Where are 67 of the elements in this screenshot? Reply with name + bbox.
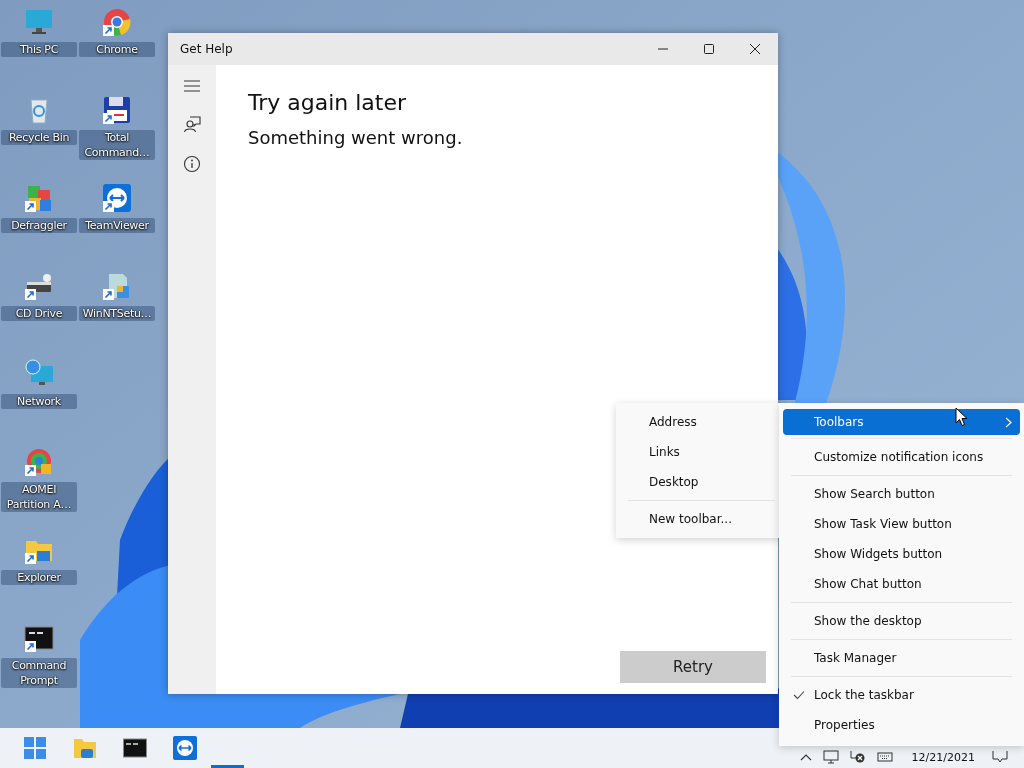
menu-item[interactable]: Toolbars [783, 409, 1020, 435]
desktop-icon-label[interactable]: Chrome [79, 42, 155, 57]
menu-item[interactable]: New toolbar... [620, 504, 783, 534]
close-icon [749, 43, 761, 55]
mouse-pointer-icon [955, 407, 968, 427]
desktop-icon-label[interactable]: Recycle Bin [1, 130, 77, 145]
error-heading: Try again later [248, 89, 408, 117]
menu-item[interactable]: Show Task View button [783, 509, 1020, 539]
menu-item-label: Customize notification icons [814, 450, 984, 464]
monitor-icon[interactable] [822, 750, 839, 764]
menu-item[interactable]: Show Search button [783, 479, 1020, 509]
person-chat-icon[interactable] [183, 115, 201, 133]
installer-shortcut-icon[interactable] [103, 274, 129, 300]
recycle-bin-icon[interactable] [30, 99, 48, 124]
menu-item-label: Show Task View button [814, 517, 952, 531]
active-app-indicator [211, 765, 244, 768]
desktop-icon-label[interactable]: Explorer [1, 570, 77, 585]
menu-item[interactable]: Customize notification icons [783, 442, 1020, 472]
terminal-shortcut-icon[interactable] [24, 626, 54, 652]
menu-item[interactable]: Properties [783, 710, 1020, 740]
desktop-icon-label[interactable]: This PC [1, 42, 77, 57]
double-arrow-shortcut-icon[interactable] [103, 184, 131, 212]
floppy-disk-shortcut-icon[interactable] [103, 97, 130, 124]
desktop-icon-label[interactable]: WinNTSetu… [79, 306, 155, 321]
retry-button[interactable]: Retry [620, 651, 766, 683]
menu-item[interactable]: Lock the taskbar [783, 680, 1020, 710]
desktop-icon-label[interactable]: Network [1, 394, 77, 409]
menu-item[interactable]: Desktop [620, 467, 783, 497]
network-error-icon[interactable] [849, 750, 866, 764]
browser-shortcut-icon[interactable] [103, 9, 131, 36]
monitor-icon[interactable] [26, 10, 52, 34]
menu-item-label: Task Manager [814, 651, 897, 665]
menu-item-label: Lock the taskbar [814, 688, 914, 702]
menu-item[interactable]: Address [620, 407, 783, 437]
menu-item-label: Show Search button [814, 487, 935, 501]
menu-item[interactable]: Task Manager [783, 643, 1020, 673]
menu-item[interactable]: Show Widgets button [783, 539, 1020, 569]
maximize-icon [703, 43, 715, 55]
desktop-icon-label[interactable]: Total Command… [79, 130, 155, 160]
globe-monitor-icon[interactable] [25, 359, 53, 385]
menu-item-label: Show Chat button [814, 577, 922, 591]
menu-item[interactable]: Show Chat button [783, 569, 1020, 599]
menu-item[interactable]: Links [620, 437, 783, 467]
drive-shortcut-icon[interactable] [25, 274, 51, 300]
start-icon [23, 736, 47, 760]
cubes-shortcut-icon[interactable] [25, 186, 51, 212]
info-icon[interactable] [183, 155, 201, 173]
keyboard-icon[interactable] [876, 751, 893, 763]
menu-item-label: Show Widgets button [814, 547, 943, 561]
desktop-icon-label[interactable]: AOMEI Partition A… [1, 482, 77, 512]
folder-icon [73, 736, 97, 760]
menu-item-label: Toolbars [814, 415, 864, 429]
notification-icon[interactable] [992, 750, 1008, 764]
window-title: Get Help [180, 42, 233, 56]
menu-item-label: Show the desktop [814, 614, 922, 628]
chevron-up-icon[interactable] [799, 753, 812, 761]
desktop-icon-label[interactable]: Command Prompt [1, 658, 77, 688]
desktop-icon-label[interactable]: TeamViewer [79, 218, 155, 233]
desktop-icon-label[interactable]: Defraggler [1, 218, 77, 233]
menu-icon[interactable] [183, 79, 201, 93]
menu-item[interactable]: Show the desktop [783, 606, 1020, 636]
menu-item-label: Properties [814, 718, 875, 732]
error-message: Something went wrong. [248, 127, 464, 148]
desktop-icon-label[interactable]: CD Drive [1, 306, 77, 321]
taskbar-date[interactable]: 12/21/2021 [911, 750, 975, 764]
disk-tool-shortcut-icon[interactable] [25, 449, 51, 476]
terminal-icon [123, 736, 147, 760]
